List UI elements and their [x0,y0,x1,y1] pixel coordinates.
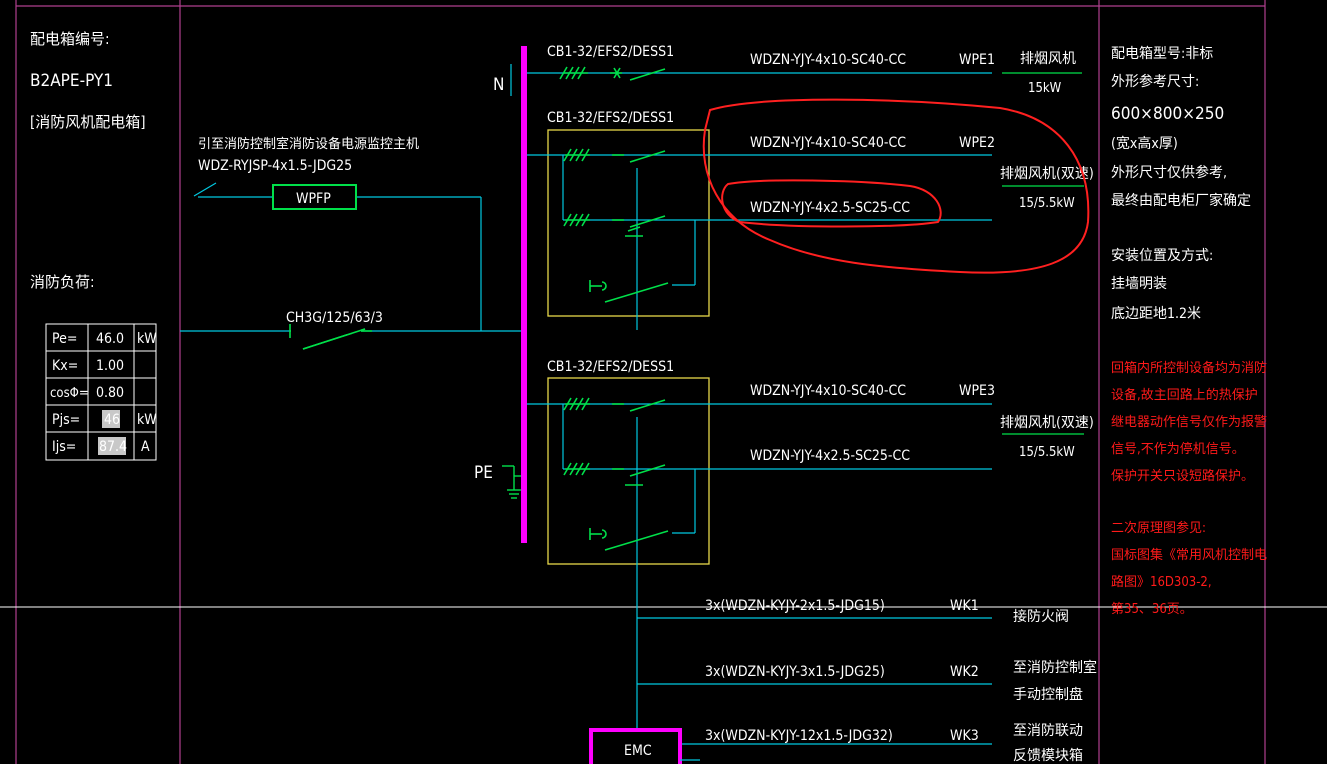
c3-internal-wiring [562,404,696,750]
c3-breaker-b [563,462,666,486]
distribution-box-schematic: 配电箱编号: B2APE-PY1 [消防风机配电箱] 消防负荷: Pe= 46.… [0,0,1327,764]
wk3-id: WK3 [950,728,979,744]
box-number: B2APE-PY1 [30,71,113,91]
wpfp-label: WPFP [296,191,331,207]
wk1-cable: 3x(WDZN-KYJY-2x1.5-JDG15) [705,598,885,614]
busbar [521,46,527,543]
box-size: 600×800×250 [1111,104,1224,124]
c3-cable-b: WDZN-YJY-4x2.5-SC25-CC [750,448,910,464]
pjs-value: 46 [104,412,120,428]
c2-cable-b: WDZN-YJY-4x2.5-SC25-CC [750,200,910,216]
red-note-line: 信号,不作为停机信号。 [1111,441,1245,457]
wk1-dest: 接防火阀 [1013,608,1069,625]
box-number-label: 配电箱编号: [30,30,110,48]
cb2-label: CB1-32/EFS2/DESS1 [547,110,674,126]
cb1-breaker [559,66,666,81]
incoming-note-line2: WDZ-RYJSP-4x1.5-JDG25 [198,158,352,174]
cos-value: 0.80 [96,385,124,401]
wk2-dest2: 手动控制盘 [1013,686,1083,703]
c2-breaker-b [563,213,666,237]
c1-id: WPE1 [959,52,995,68]
load-table-text: Pe= 46.0 kW Kx= 1.00 cosΦ= 0.80 Pjs= 46 … [50,331,157,455]
pe-unit: kW [137,331,157,347]
wk3-cable: 3x(WDZN-KYJY-12x1.5-JDG32) [705,728,893,744]
c3-breaker-a [563,397,666,412]
c1-cable: WDZN-YJY-4x10-SC40-CC [750,52,906,68]
cb1-label: CB1-32/EFS2/DESS1 [547,44,674,60]
monitor-wire [193,182,482,331]
size-label: 外形参考尺寸: [1111,73,1199,90]
red-ref-line: 第35、36页。 [1111,602,1193,617]
size-note1: 外形尺寸仅供参考, [1111,164,1227,181]
install-label: 安装位置及方式: [1111,248,1213,264]
emc-label: EMC [624,743,652,759]
cb3-label: CB1-32/EFS2/DESS1 [547,359,674,375]
ijs-key: Ijs= [52,439,76,455]
box-name: [消防风机配电箱] [30,113,146,131]
cos-key: cosΦ= [50,386,89,401]
c2-contactor [589,280,669,303]
red-note: 回箱内所控制设备均为消防 设备,故主回路上的热保护 继电器动作信号仅作为报警 信… [1111,360,1267,484]
red-note-line: 保护开关只设短路保护。 [1111,468,1254,484]
wk2-cable: 3x(WDZN-KYJY-3x1.5-JDG25) [705,664,885,680]
ijs-value: 87.4 [99,439,127,455]
box-model: 配电箱型号:非标 [1111,46,1213,62]
c3-id: WPE3 [959,383,995,399]
c2-id: WPE2 [959,135,995,151]
c2-internal-wiring [562,155,696,330]
ijs-unit: A [141,439,150,455]
wk3-dest2: 反馈模块箱 [1013,748,1083,764]
size-note2: 最终由配电柜厂家确定 [1111,192,1251,209]
kx-key: Kx= [52,358,78,374]
c2-load: 排烟风机(双速) [1000,166,1094,182]
pjs-unit: kW [137,412,157,428]
red-note-line: 设备,故主回路上的热保护 [1111,387,1258,403]
c2-power: 15/5.5kW [1019,196,1075,211]
kx-value: 1.00 [96,358,124,374]
wk2-dest1: 至消防控制室 [1013,659,1097,676]
c1-load: 排烟风机 [1020,51,1076,67]
red-ref-line: 路图》16D303-2, [1111,574,1212,590]
wk1-id: WK1 [950,598,979,614]
c3-cable: WDZN-YJY-4x10-SC40-CC [750,383,906,399]
red-ref: 二次原理图参见: 国标图集《常用风机控制电 路图》16D303-2, 第35、3… [1111,520,1267,617]
pe-label: PE [474,463,493,483]
control-lines [637,617,992,745]
red-note-line: 继电器动作信号仅作为报警 [1111,414,1267,430]
pe-key: Pe= [52,331,77,347]
wk3-dest1: 至消防联动 [1013,723,1083,739]
pe-ground-symbol [502,465,521,499]
c3-load: 排烟风机(双速) [1000,415,1094,431]
c2-breaker-a [563,148,666,163]
wk2-id: WK2 [950,664,979,680]
load-label: 消防负荷: [30,273,95,291]
red-ref-line: 国标图集《常用风机控制电 [1111,547,1267,563]
pjs-key: Pjs= [52,412,80,428]
pe-value: 46.0 [96,331,124,347]
size-hint: (宽x高x厚) [1111,135,1178,152]
install-method: 挂墙明装 [1111,276,1167,292]
c3-power: 15/5.5kW [1019,445,1075,460]
c3-contactor [589,528,669,551]
main-switch-label: CH3G/125/63/3 [286,310,383,326]
red-note-line: 回箱内所控制设备均为消防 [1111,360,1267,376]
c1-power: 15kW [1028,81,1062,96]
incoming-note-line1: 引至消防控制室消防设备电源监控主机 [198,136,419,152]
c2-cable: WDZN-YJY-4x10-SC40-CC [750,135,906,151]
red-ref-line: 二次原理图参见: [1111,520,1206,536]
install-height: 底边距地1.2米 [1111,306,1201,322]
n-label: N [493,75,504,95]
